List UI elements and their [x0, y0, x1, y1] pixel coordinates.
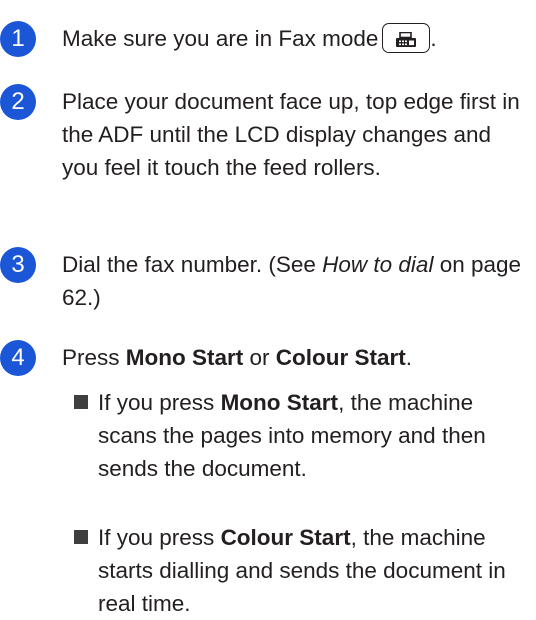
colour-start-key: Colour Start	[275, 345, 406, 370]
bullet-square-icon	[74, 395, 88, 409]
list-item: If you press Colour Start, the machine s…	[74, 521, 534, 616]
step-1-text: Make sure you are in Fax mode	[62, 26, 379, 51]
step-number-badge: 3	[0, 247, 36, 283]
step-4-text: Press Mono Start or Colour Start.	[62, 341, 532, 374]
step-number-badge: 1	[0, 21, 36, 57]
step-4: 4 Press Mono Start or Colour Start.	[0, 340, 536, 380]
step-3-text-a: Dial the fax number. (See	[62, 252, 323, 277]
step-number-badge: 4	[0, 340, 36, 376]
bullet-square-icon	[74, 530, 88, 544]
list-item: If you press Mono Start, the machine sca…	[74, 386, 534, 506]
step-3: 3 Dial the fax number. (See How to dial …	[0, 247, 536, 317]
step-4-end: .	[405, 345, 413, 370]
how-to-dial-reference[interactable]: How to dial	[322, 252, 433, 277]
step-1-period: .	[430, 26, 437, 51]
step-4-press: Press	[62, 345, 126, 370]
fax-mode-icon	[382, 23, 431, 54]
step-1: 1 Make sure you are in Fax mode .	[0, 21, 536, 61]
step-4-or: or	[243, 345, 276, 370]
bullet-text: If you press Colour Start, the machine s…	[98, 521, 534, 620]
step-text: Make sure you are in Fax mode .	[62, 22, 532, 55]
step-3-text: Dial the fax number. (See How to dial on…	[62, 248, 532, 314]
mono-start-key: Mono Start	[220, 390, 339, 415]
bullet-text: If you press Mono Start, the machine sca…	[98, 386, 534, 485]
step-2: 2 Place your document face up, top edge …	[0, 84, 536, 224]
colour-start-key: Colour Start	[220, 525, 351, 550]
bullet-prefix: If you press	[98, 390, 221, 415]
bullet-prefix: If you press	[98, 525, 221, 550]
mono-start-key: Mono Start	[125, 345, 244, 370]
step-number-badge: 2	[0, 84, 36, 120]
step-4-bullet-list: If you press Mono Start, the machine sca…	[74, 386, 534, 616]
step-2-text: Place your document face up, top edge fi…	[62, 89, 520, 180]
